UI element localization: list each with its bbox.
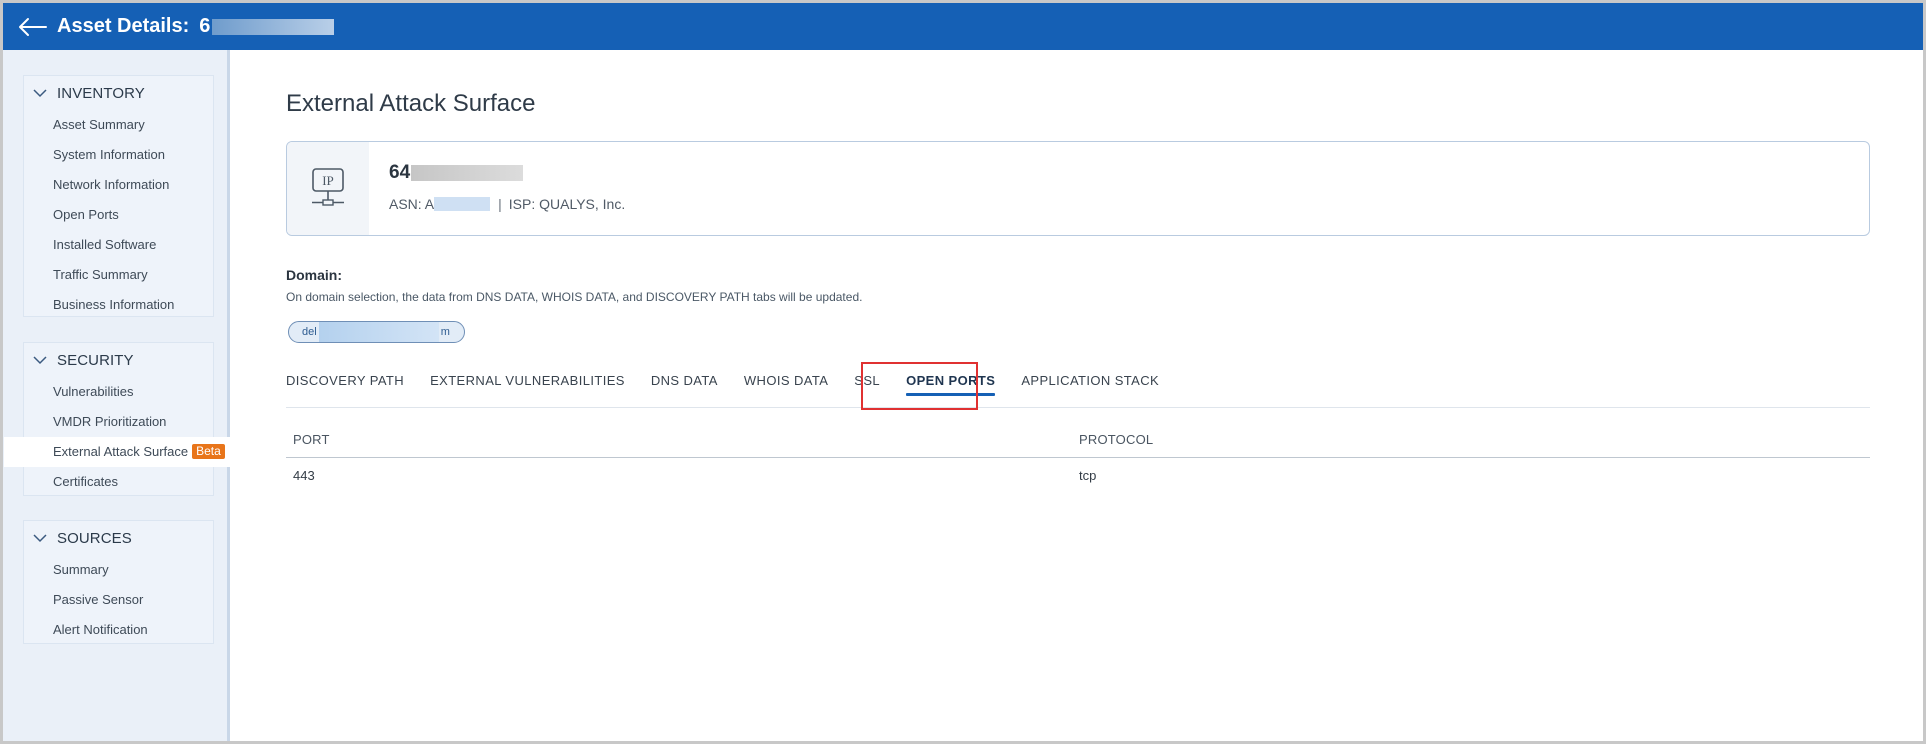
ip-card: IP 64 ASN: A | ISP: QUALYS, Inc. (286, 141, 1870, 236)
sidebar-item-certificates[interactable]: Certificates (24, 467, 213, 497)
ip-meta: ASN: A | ISP: QUALYS, Inc. (389, 196, 625, 212)
page-header-title: Asset Details: 6 (57, 15, 335, 38)
ip-icon-container: IP (287, 142, 369, 235)
tab-external-vulnerabilities[interactable]: EXTERNAL VULNERABILITIES (430, 373, 625, 388)
section-title: SOURCES (57, 529, 132, 547)
main-content: External Attack Surface IP 64 ASN: A | I… (233, 50, 1923, 741)
highlight-annotation-box (861, 362, 978, 410)
sidebar-item-open-ports[interactable]: Open Ports (24, 200, 213, 230)
domain-chip-suffix: m (440, 326, 450, 338)
back-button[interactable] (15, 9, 51, 45)
sidebar-item-alert-notification[interactable]: Alert Notification (24, 615, 213, 645)
sidebar: INVENTORY Asset Summary System Informati… (3, 50, 231, 741)
asset-id-prefix: 6 (199, 15, 211, 37)
redacted-block (212, 18, 335, 35)
redacted-block (411, 165, 524, 181)
meta-separator: | (498, 196, 502, 212)
sidebar-item-label: External Attack Surface (53, 444, 189, 459)
ip-address-prefix: 64 (389, 162, 411, 183)
isp-label: ISP: QUALYS, Inc. (508, 196, 626, 212)
table-row: 443 tcp (286, 458, 1870, 492)
column-header-port[interactable]: PORT (286, 432, 1079, 447)
chevron-down-icon (33, 356, 47, 365)
tab-whois-data[interactable]: WHOIS DATA (744, 373, 828, 388)
sidebar-item-system-information[interactable]: System Information (24, 140, 213, 170)
table-header: PORT PROTOCOL (286, 421, 1870, 458)
section-title: SECURITY (57, 351, 134, 369)
page-title: External Attack Surface (286, 90, 536, 117)
ip-address: 64 (389, 162, 625, 184)
section-header-security[interactable]: SECURITY (24, 343, 213, 377)
header-bar: Asset Details: 6 (3, 3, 1923, 50)
domain-label: Domain: (286, 267, 342, 283)
section-title: INVENTORY (57, 84, 145, 102)
tab-application-stack[interactable]: APPLICATION STACK (1021, 373, 1159, 388)
sidebar-item-passive-sensor[interactable]: Passive Sensor (24, 585, 213, 615)
sidebar-item-summary[interactable]: Summary (24, 555, 213, 585)
redacted-block (318, 322, 439, 342)
header-title-label: Asset Details: (57, 15, 190, 37)
tab-discovery-path[interactable]: DISCOVERY PATH (286, 373, 404, 388)
domain-chip[interactable]: del m (288, 321, 465, 343)
sidebar-item-traffic-summary[interactable]: Traffic Summary (24, 260, 213, 290)
asset-id: 6 (199, 15, 335, 38)
domain-help-text: On domain selection, the data from DNS D… (286, 290, 863, 304)
sidebar-item-business-information[interactable]: Business Information (24, 290, 213, 320)
ip-info: 64 ASN: A | ISP: QUALYS, Inc. (369, 142, 625, 235)
sidebar-item-asset-summary[interactable]: Asset Summary (24, 110, 213, 140)
section-header-sources[interactable]: SOURCES (24, 521, 213, 555)
sidebar-item-network-information[interactable]: Network Information (24, 170, 213, 200)
sidebar-section-sources: SOURCES Summary Passive Sensor Alert Not… (23, 520, 214, 644)
chevron-down-icon (33, 89, 47, 98)
tab-dns-data[interactable]: DNS DATA (651, 373, 718, 388)
cell-port: 443 (293, 467, 315, 483)
sidebar-item-installed-software[interactable]: Installed Software (24, 230, 213, 260)
sidebar-item-external-attack-surface[interactable]: External Attack Surface Beta (4, 437, 231, 467)
network-ip-icon: IP (312, 167, 344, 206)
arrow-left-icon (19, 17, 47, 36)
cell-protocol: tcp (1079, 467, 1097, 483)
column-header-protocol[interactable]: PROTOCOL (1079, 432, 1870, 447)
beta-badge: Beta (192, 444, 225, 459)
domain-chip-prefix: del (302, 326, 317, 338)
open-ports-table: PORT PROTOCOL 443 tcp (286, 421, 1870, 492)
tab-bar: DISCOVERY PATH EXTERNAL VULNERABILITIES … (286, 353, 1870, 408)
sidebar-item-vulnerabilities[interactable]: Vulnerabilities (24, 377, 213, 407)
section-header-inventory[interactable]: INVENTORY (24, 76, 213, 110)
ip-icon-text: IP (322, 173, 334, 188)
redacted-block (434, 197, 491, 211)
sidebar-item-vmdr-prioritization[interactable]: VMDR Prioritization (24, 407, 213, 437)
asn-label: ASN: A (389, 196, 435, 212)
sidebar-section-security: SECURITY Vulnerabilities VMDR Prioritiza… (4, 342, 231, 497)
chevron-down-icon (33, 534, 47, 543)
sidebar-section-inventory: INVENTORY Asset Summary System Informati… (23, 75, 214, 317)
